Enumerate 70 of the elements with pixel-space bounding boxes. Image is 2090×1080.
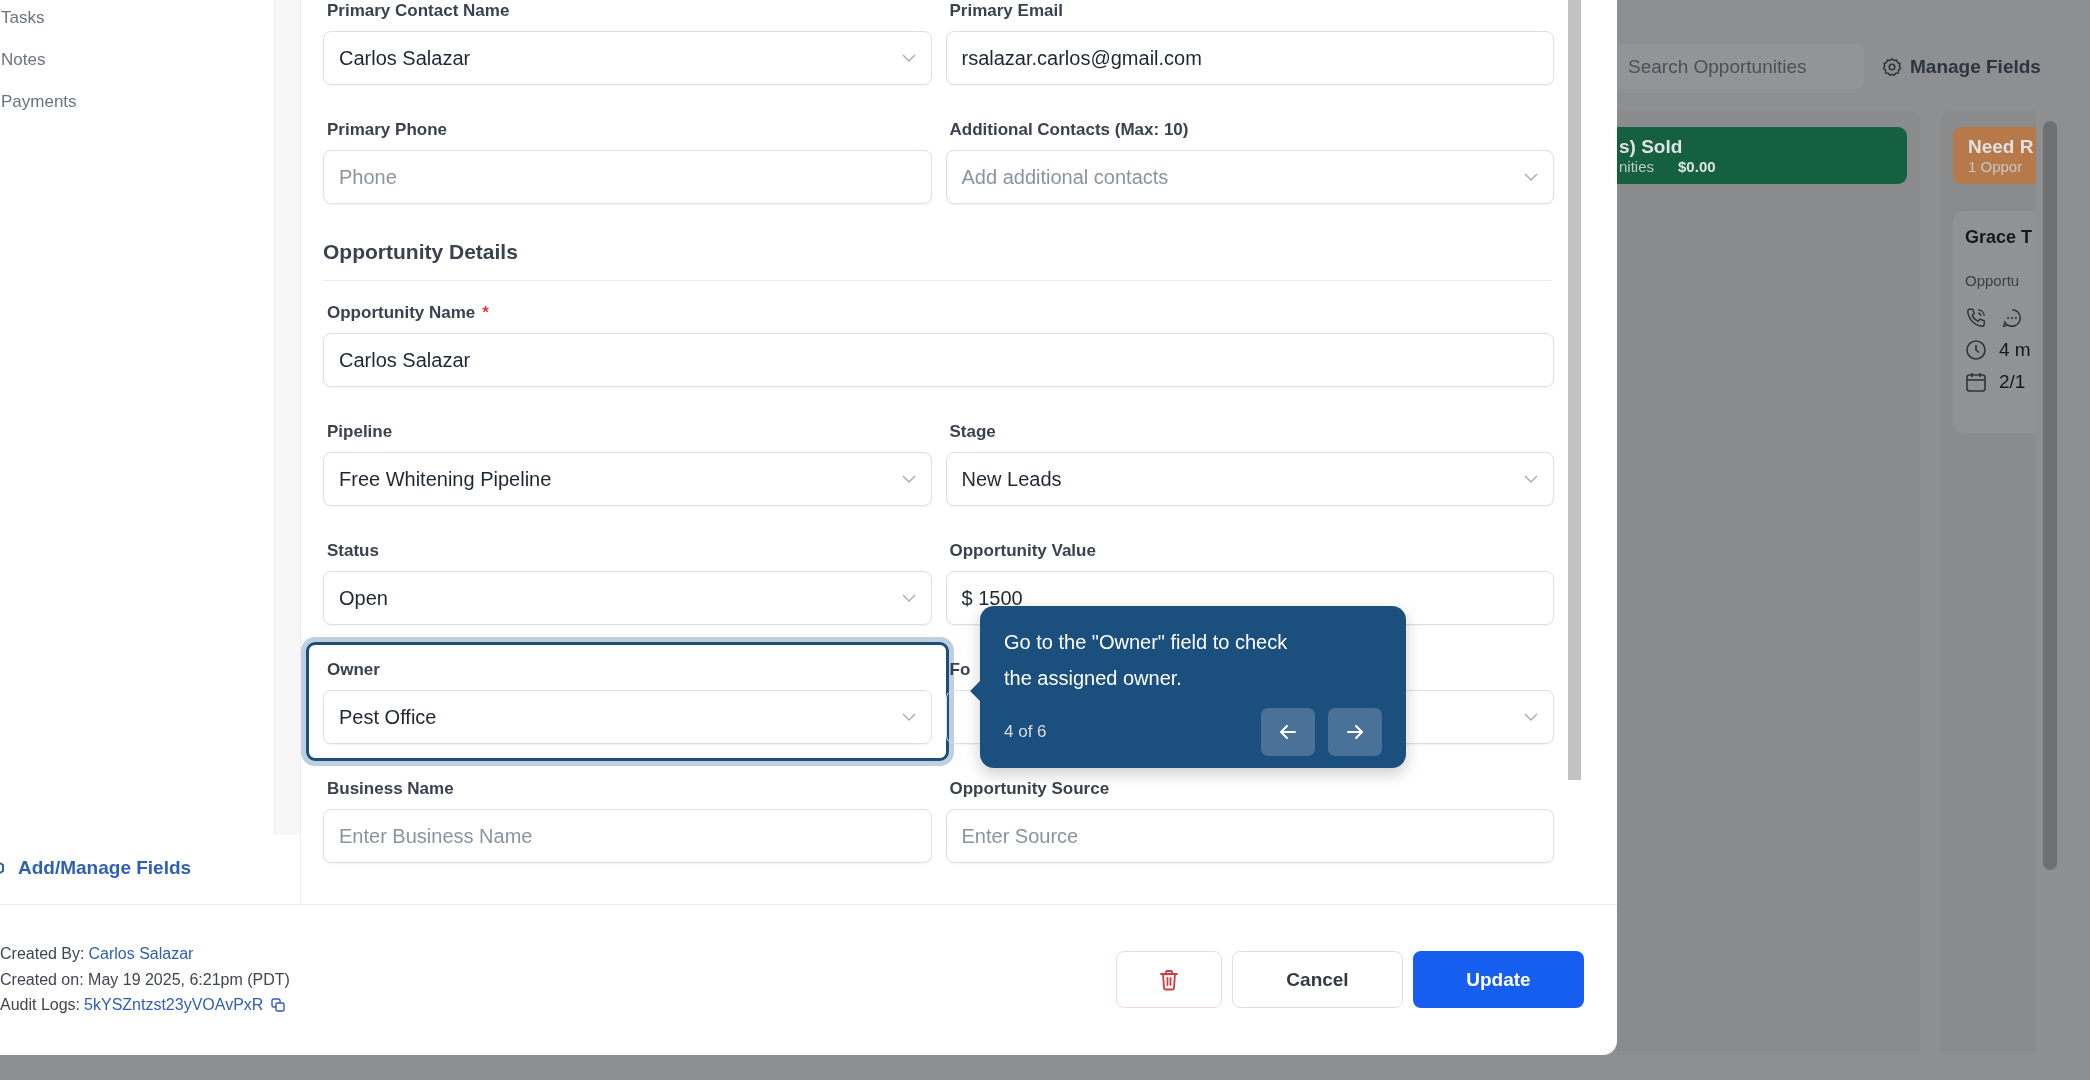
calendar-icon: [1965, 371, 1987, 393]
sidebar-item[interactable]: Notes: [0, 50, 274, 70]
input-field[interactable]: rsalazar.carlos@gmail.com: [945, 31, 1554, 85]
field-label: Owner: [326, 659, 380, 681]
select-field[interactable]: Open: [323, 571, 932, 625]
field-label: Opportunity Name *: [326, 302, 489, 324]
delete-button[interactable]: [1116, 951, 1222, 1008]
field-label: Fo: [948, 659, 971, 681]
select-field[interactable]: Pest Office: [323, 690, 932, 744]
stage-count: nities: [1619, 158, 1655, 175]
update-button[interactable]: Update: [1413, 951, 1584, 1008]
chat-icon[interactable]: [2001, 307, 2023, 329]
field-label: Additional Contacts (Max: 10): [948, 119, 1189, 141]
add-manage-fields-link[interactable]: Add/Manage Fields: [0, 857, 192, 879]
card-title: Grace T: [1965, 227, 2034, 248]
input-field[interactable]: Phone: [323, 150, 932, 204]
copy-icon[interactable]: [271, 997, 286, 1012]
stage-amount: $0.00: [1678, 158, 1716, 175]
chevron-down-icon: [901, 54, 916, 62]
input-field[interactable]: Carlos Salazar: [323, 333, 1554, 387]
gear-icon: [1882, 56, 1902, 77]
card-label: Opportu: [1965, 272, 2021, 289]
field-label: Primary Email: [948, 0, 1063, 22]
select-field[interactable]: Carlos Salazar: [323, 31, 932, 85]
field-label: Primary Phone: [326, 119, 447, 141]
stage-title: s) Sold: [1619, 136, 1684, 158]
trash-icon: [1159, 968, 1179, 991]
select-field[interactable]: Add additional contacts: [945, 150, 1554, 204]
arrow-left-icon: [1278, 722, 1298, 742]
field-label: Status: [326, 540, 379, 562]
input-field[interactable]: Enter Business Name: [323, 809, 932, 863]
stage-title: Need R: [1968, 136, 2035, 158]
field-label: Business Name: [326, 778, 454, 800]
chevron-down-icon: [1524, 713, 1538, 721]
field-label: Pipeline: [326, 421, 393, 443]
stage-count: 1 Oppor: [1968, 158, 2023, 175]
chevron-down-icon: [901, 713, 916, 721]
section-title: Opportunity Details: [323, 240, 1551, 281]
chevron-down-icon: [1524, 475, 1538, 483]
next-button[interactable]: [1328, 708, 1382, 756]
manage-fields-button[interactable]: Manage Fields: [1882, 55, 2041, 78]
sidebar-item[interactable]: Payments: [0, 92, 274, 112]
creator-link[interactable]: Carlos Salazar: [88, 941, 194, 967]
chevron-down-icon: [901, 594, 916, 602]
chevron-down-icon: [901, 475, 916, 483]
opportunity-card[interactable]: Grace T Opportu 4 m 2/1: [1953, 211, 2036, 433]
card-time: 4 m: [1999, 339, 2031, 361]
arrow-right-icon: [1345, 722, 1365, 742]
sidebar-item[interactable]: Tasks: [0, 8, 274, 28]
chevron-down-icon: [1524, 173, 1538, 181]
cancel-button[interactable]: Cancel: [1232, 951, 1403, 1008]
field-label: Opportunity Value: [948, 540, 1096, 562]
audit-log-link[interactable]: 5kYSZntzst23yVOAvPxR: [84, 992, 264, 1018]
field-label: Stage: [948, 421, 996, 443]
select-field[interactable]: New Leads: [945, 452, 1554, 506]
tooltip-text: Go to the "Owner" field to check the assigned owner.: [1004, 630, 1289, 691]
field-label: Opportunity Source: [948, 778, 1110, 800]
previous-button[interactable]: [1261, 708, 1315, 756]
created-on-text: Created on: May 19 2025, 6:21pm (PDT): [0, 969, 290, 990]
scrollbar[interactable]: [1568, 0, 1581, 780]
field-label: Primary Contact Name: [326, 0, 510, 22]
select-field[interactable]: Free Whitening Pipeline: [323, 452, 932, 506]
created-by-text: Created By: Carlos Salazar: [0, 941, 290, 967]
audit-logs-text: Audit Logs: 5kYSZntzst23yVOAvPxR: [0, 992, 290, 1018]
input-field[interactable]: Enter Source: [945, 809, 1554, 863]
card-date: 2/1: [1999, 371, 2026, 393]
clock-icon: [1965, 339, 1987, 361]
scrollbar[interactable]: [2043, 121, 2057, 870]
step-counter: 4 of 6: [1004, 722, 1047, 742]
phone-icon[interactable]: [1965, 307, 1987, 329]
